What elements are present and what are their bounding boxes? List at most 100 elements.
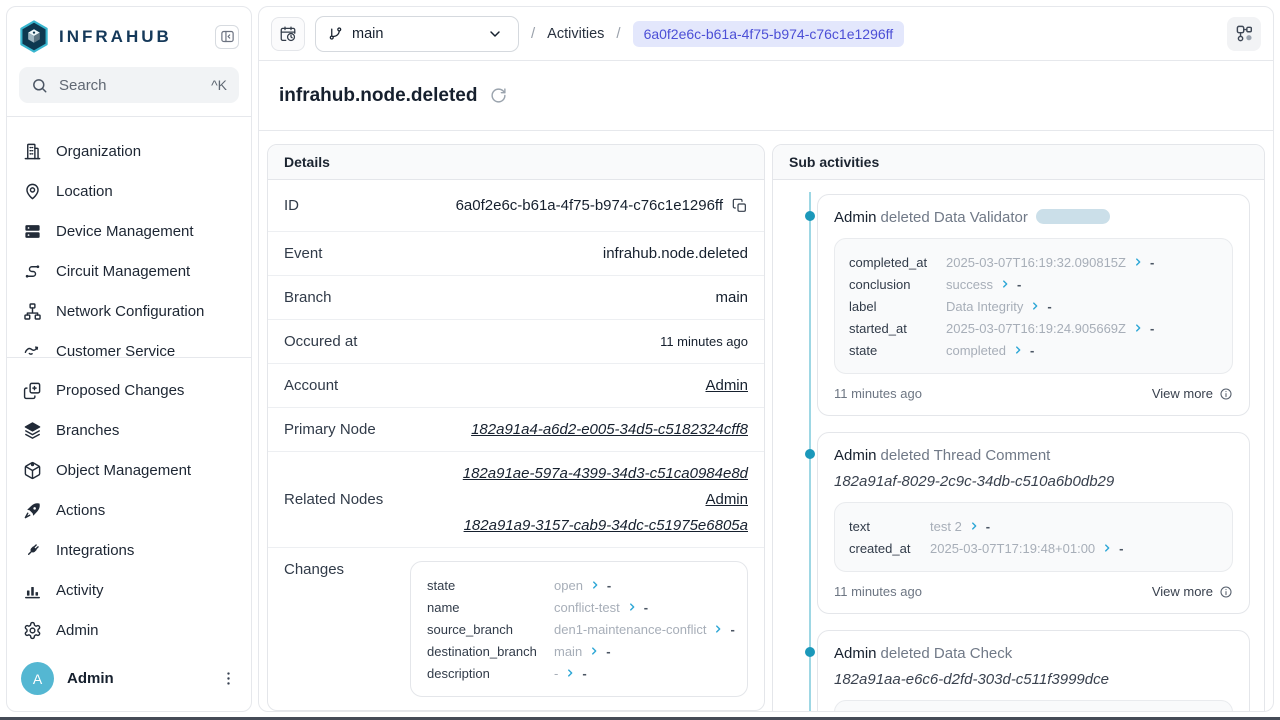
- actor-name: Admin: [834, 209, 877, 226]
- field-row: started_at 2025-03-07T16:19:24.905669Z -: [849, 317, 1218, 339]
- related-node-link[interactable]: Admin: [705, 491, 748, 508]
- related-node-link[interactable]: 182a91a9-3157-cab9-34dc-c51975e6805a: [464, 517, 748, 534]
- fields-box: message - - keep_branch - -: [834, 700, 1233, 711]
- detail-value-id: 6a0f2e6c-b61a-4f75-b974-c76c1e1296ff: [456, 197, 723, 214]
- account-link[interactable]: Admin: [705, 377, 748, 394]
- sidebar-item-network-configuration[interactable]: Network Configuration: [7, 291, 251, 331]
- schema-graph-button[interactable]: [1227, 17, 1261, 51]
- sidebar-item-label: Device Management: [56, 223, 194, 240]
- change-new-value: -: [607, 578, 611, 593]
- change-key: source_branch: [427, 622, 547, 637]
- branch-name: main: [352, 26, 383, 42]
- change-old-value: open: [554, 578, 583, 593]
- layers-icon: [23, 421, 42, 440]
- change-key: state: [427, 578, 547, 593]
- sidebar-item-actions[interactable]: Actions: [7, 490, 251, 530]
- sidebar-item-proposed-changes[interactable]: Proposed Changes: [7, 370, 251, 410]
- sidebar-item-label: Organization: [56, 143, 141, 160]
- sidebar-item-label: Proposed Changes: [56, 382, 184, 399]
- search-placeholder: Search: [59, 77, 107, 94]
- field-row: text test 2 -: [849, 515, 1218, 537]
- sidebar-item-device-management[interactable]: Device Management: [7, 211, 251, 251]
- breadcrumb-activities-link[interactable]: Activities: [547, 26, 604, 42]
- view-more-label: View more: [1152, 386, 1213, 401]
- change-row: name conflict-test -: [427, 596, 731, 618]
- sidebar-item-label: Network Configuration: [56, 303, 204, 320]
- sidebar-item-admin[interactable]: Admin: [7, 610, 251, 650]
- sidebar-item-location[interactable]: Location: [7, 171, 251, 211]
- changes-box: state open - name conflict-test -: [410, 561, 748, 697]
- user-menu[interactable]: A Admin: [7, 650, 251, 711]
- relative-time: 11 minutes ago: [834, 584, 922, 599]
- sidebar-item-integrations[interactable]: Integrations: [7, 530, 251, 570]
- change-arrow-icon: [1102, 543, 1112, 553]
- fields-box: completed_at 2025-03-07T16:19:32.090815Z…: [834, 238, 1233, 374]
- user-name: Admin: [67, 670, 114, 687]
- detail-row-primary-node: Primary Node 182a91a4-a6d2-e005-34d5-c51…: [268, 408, 764, 452]
- details-panel-title: Details: [268, 145, 764, 180]
- top-bar: main / Activities / 6a0f2e6c-b61a-4f75-b…: [259, 7, 1273, 61]
- field-old-value: 2025-03-07T17:19:48+01:00: [930, 541, 1095, 556]
- sidebar-item-label: Admin: [56, 622, 99, 639]
- change-new-value: -: [606, 644, 610, 659]
- view-more-link[interactable]: View more: [1152, 584, 1233, 599]
- sub-activity-card: Admindeleted Data Validator completed_at…: [817, 194, 1250, 416]
- change-arrow-icon: [590, 580, 600, 590]
- copy-id-button[interactable]: [732, 198, 748, 214]
- sub-activity-card: Admindeleted Thread Comment 182a91af-802…: [817, 432, 1250, 614]
- info-icon: [1219, 585, 1233, 599]
- refresh-button[interactable]: [490, 87, 507, 104]
- bar-chart-icon: [23, 581, 42, 600]
- time-travel-button[interactable]: [271, 17, 305, 51]
- kebab-menu-icon[interactable]: [220, 670, 237, 687]
- view-more-link[interactable]: View more: [1152, 386, 1233, 401]
- field-old-value: Data Integrity: [946, 299, 1023, 314]
- avatar: A: [21, 662, 54, 695]
- sidebar-item-label: Customer Service: [56, 343, 175, 357]
- server-icon: [23, 222, 42, 241]
- cable-icon: [23, 262, 42, 281]
- branch-selector[interactable]: main: [315, 16, 519, 52]
- change-old-value: conflict-test: [554, 600, 620, 615]
- sidebar-item-label: Location: [56, 183, 113, 200]
- primary-node-link[interactable]: 182a91a4-a6d2-e005-34d5-c5182324cff8: [471, 421, 748, 438]
- field-new-value: -: [1119, 541, 1123, 556]
- sidebar-item-activity[interactable]: Activity: [7, 570, 251, 610]
- field-old-value: completed: [946, 343, 1006, 358]
- field-key: started_at: [849, 321, 939, 336]
- sidebar-item-branches[interactable]: Branches: [7, 410, 251, 450]
- detail-label: Event: [284, 245, 322, 262]
- field-new-value: -: [1030, 343, 1034, 358]
- detail-label: Related Nodes: [284, 491, 383, 508]
- related-node-link[interactable]: 182a91ae-597a-4399-34d3-c51ca0984e8d: [463, 465, 748, 482]
- calendar-clock-icon: [279, 25, 297, 43]
- building-icon: [23, 142, 42, 161]
- change-arrow-icon: [589, 646, 599, 656]
- field-row: completed_at 2025-03-07T16:19:32.090815Z…: [849, 251, 1218, 273]
- sidebar-item-organization[interactable]: Organization: [7, 131, 251, 171]
- sidebar-item-label: Integrations: [56, 542, 134, 559]
- sidebar-collapse-button[interactable]: [215, 25, 239, 49]
- detail-label: Primary Node: [284, 421, 376, 438]
- change-old-value: den1-maintenance-conflict: [554, 622, 706, 637]
- field-row: label Data Integrity -: [849, 295, 1218, 317]
- change-arrow-icon: [713, 624, 723, 634]
- change-new-value: -: [730, 622, 734, 637]
- actor-name: Admin: [834, 645, 877, 662]
- brand-name: INFRAHUB: [59, 27, 172, 47]
- change-arrow-icon: [565, 668, 575, 678]
- action-text: deleted Thread Comment: [881, 447, 1051, 464]
- sidebar-item-circuit-management[interactable]: Circuit Management: [7, 251, 251, 291]
- main-panel: main / Activities / 6a0f2e6c-b61a-4f75-b…: [258, 6, 1274, 712]
- detail-label: ID: [284, 197, 299, 214]
- info-icon: [1219, 387, 1233, 401]
- field-row: created_at 2025-03-07T17:19:48+01:00 -: [849, 537, 1218, 559]
- field-new-value: -: [986, 519, 990, 534]
- breadcrumb-activity-id[interactable]: 6a0f2e6c-b61a-4f75-b974-c76c1e1296ff: [633, 21, 905, 47]
- sidebar-item-customer-service[interactable]: Customer Service: [7, 331, 251, 357]
- change-new-value: -: [582, 666, 586, 681]
- change-key: destination_branch: [427, 644, 547, 659]
- sub-activities-title: Sub activities: [773, 145, 1264, 180]
- sidebar-item-object-management[interactable]: Object Management: [7, 450, 251, 490]
- search-input[interactable]: Search ^K: [19, 67, 239, 103]
